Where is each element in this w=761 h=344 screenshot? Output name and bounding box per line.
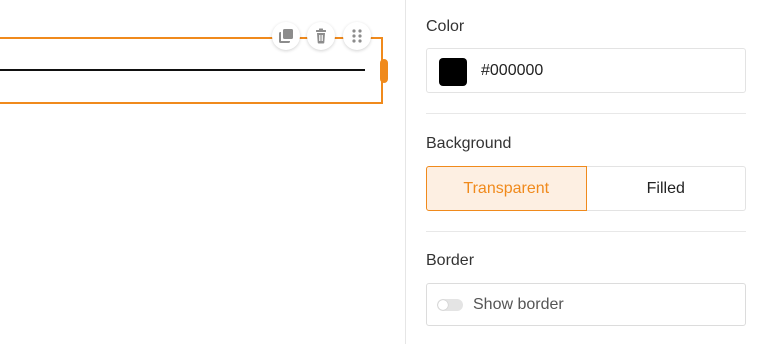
color-picker-field[interactable]: #000000 bbox=[426, 48, 746, 93]
section-divider bbox=[426, 231, 746, 232]
properties-panel: Color #000000 Background Transparent Fil… bbox=[405, 0, 761, 344]
editor: Color #000000 Background Transparent Fil… bbox=[0, 0, 761, 344]
color-hex-value: #000000 bbox=[481, 62, 544, 79]
resize-handle[interactable] bbox=[380, 59, 388, 83]
drag-handle-icon bbox=[351, 29, 363, 43]
background-option-transparent[interactable]: Transparent bbox=[426, 166, 587, 211]
background-label: Background bbox=[426, 135, 512, 152]
color-swatch[interactable] bbox=[439, 58, 467, 86]
copy-icon bbox=[278, 28, 294, 44]
divider-line[interactable] bbox=[0, 69, 365, 71]
trash-icon bbox=[313, 28, 329, 44]
duplicate-button[interactable] bbox=[272, 22, 300, 50]
show-border-label[interactable]: Show border bbox=[473, 296, 564, 314]
section-divider bbox=[426, 113, 746, 114]
color-label: Color bbox=[426, 18, 465, 35]
canvas bbox=[0, 0, 405, 344]
background-toggle-group: Transparent Filled bbox=[426, 166, 746, 211]
drag-button[interactable] bbox=[343, 22, 371, 50]
background-option-filled[interactable]: Filled bbox=[586, 166, 746, 211]
delete-button[interactable] bbox=[307, 22, 335, 50]
border-label: Border bbox=[426, 252, 475, 269]
toggle-knob bbox=[438, 300, 448, 310]
border-setting: Show border bbox=[426, 283, 746, 326]
show-border-toggle[interactable] bbox=[437, 299, 463, 311]
